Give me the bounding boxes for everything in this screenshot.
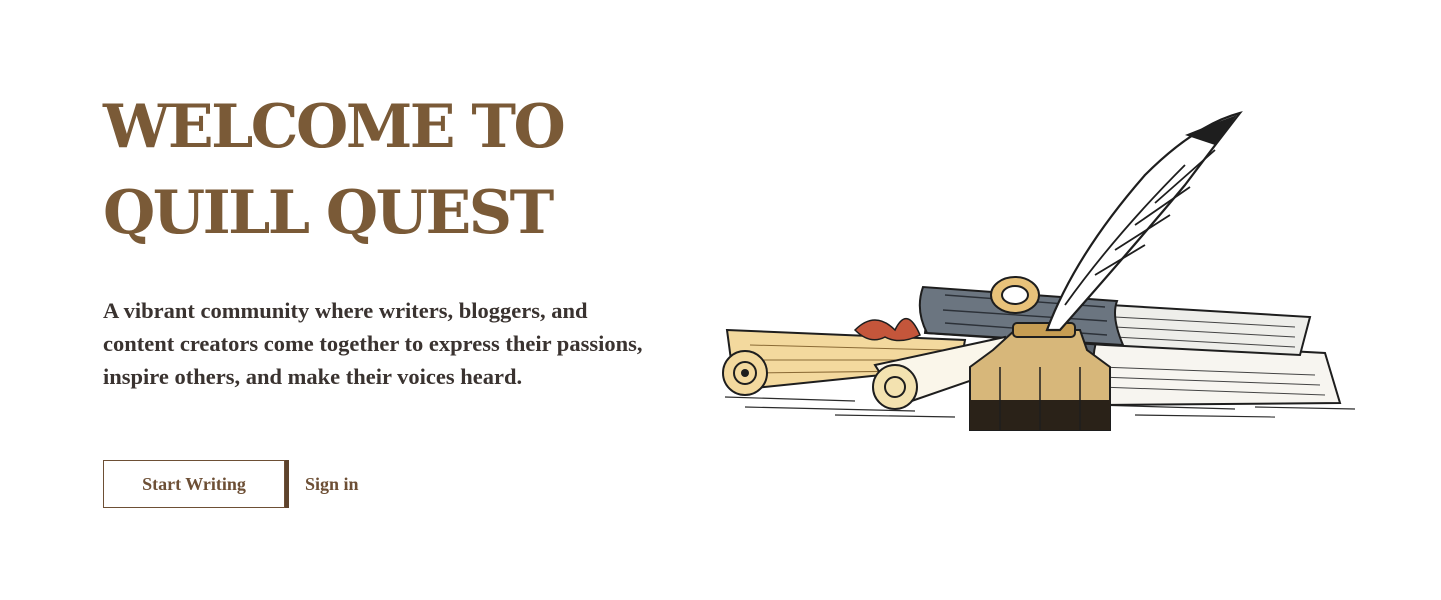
landing-page: WELCOME TO QUILL QUEST A vibrant communi… [0, 0, 1441, 600]
sign-in-link[interactable]: Sign in [305, 474, 359, 495]
quill-feather-icon [1045, 111, 1243, 332]
quill-inkwell-illustration [722, 111, 1356, 431]
hero-title-line-2: QUILL QUEST [103, 178, 554, 248]
ribbon-icon [853, 318, 921, 342]
hero-title: WELCOME TO QUILL QUEST [103, 84, 683, 256]
start-writing-button[interactable]: Start Writing [103, 460, 285, 508]
start-writing-button-label: Start Writing [142, 473, 246, 494]
hero-title-line-1: WELCOME TO [103, 92, 566, 162]
hero-section: WELCOME TO QUILL QUEST A vibrant communi… [103, 84, 683, 393]
hero-description: A vibrant community where writers, blogg… [103, 298, 643, 389]
hero-actions: Start Writing Sign in [103, 460, 359, 508]
